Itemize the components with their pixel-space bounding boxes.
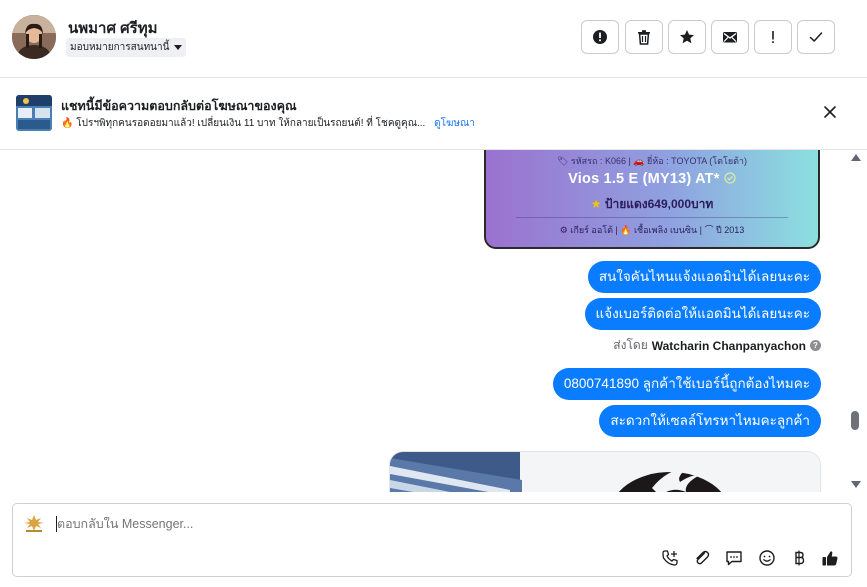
view-ad-link[interactable]: ดูโฆษณา — [434, 118, 475, 129]
emoji-button[interactable] — [756, 547, 778, 569]
image-attachment[interactable] — [389, 451, 821, 492]
ad-card-model: Vios 1.5 E (MY13) AT* — [486, 171, 818, 187]
scroll-up-arrow[interactable] — [851, 154, 861, 161]
ad-card-price: ★ ป้ายแดง649,000บาท — [486, 195, 818, 214]
emoji-icon — [759, 550, 775, 566]
attach-icon — [696, 550, 710, 565]
page-logo — [22, 513, 46, 533]
ad-card-divider — [516, 217, 788, 218]
trash-icon — [638, 30, 650, 45]
payment-button[interactable] — [788, 547, 810, 569]
message-list[interactable]: 🏷 รหัสรถ : K066 | 🚗 ยี่ห้อ : TOYOTA (โตโ… — [0, 150, 867, 492]
attach-button[interactable] — [691, 547, 713, 569]
saved-reply-icon — [726, 551, 742, 566]
check-icon — [809, 32, 823, 42]
ad-reply-banner: แชทนี้มีข้อความตอบกลับต่อโฆษณาของคุณ 🔥 โ… — [0, 78, 867, 150]
like-button[interactable] — [819, 547, 841, 569]
mark-unread-button[interactable] — [711, 20, 749, 54]
star-icon — [680, 30, 694, 44]
message-bubble[interactable]: สนใจคันไหนแจ้งแอดมินได้เลยนะคะ — [587, 261, 821, 293]
contact-name[interactable]: นพมาศ ศรีทุม — [68, 16, 158, 40]
star-button[interactable] — [668, 20, 706, 54]
envelope-icon — [723, 32, 737, 43]
sent-by-label: ส่งโดย Watcharin Chanpanyachon ? — [613, 336, 821, 355]
message-bubble[interactable]: แจ้งเบอร์ติดต่อให้แอดมินได้เลยนะคะ — [584, 298, 821, 330]
reply-composer — [12, 503, 852, 577]
chevron-down-icon — [174, 45, 183, 50]
help-icon[interactable]: ? — [810, 340, 821, 351]
assign-conversation-dropdown[interactable]: มอบหมายการสนทนานี้ — [66, 38, 187, 57]
call-button[interactable] — [659, 547, 681, 569]
mark-spam-button[interactable] — [581, 20, 619, 54]
ad-card-price-text: ป้ายแดง649,000บาท — [604, 197, 714, 211]
delete-button[interactable] — [625, 20, 663, 54]
ad-card-specs: ⚙ เกียร์ ออโต้ | 🔥 เชื้อเพลิง เบนซิน | ⌒… — [559, 225, 745, 235]
phone-add-icon — [662, 550, 678, 566]
baht-icon — [795, 550, 805, 566]
assign-label: มอบหมายการสนทนานี้ — [70, 42, 170, 53]
message-bubble[interactable]: สะดวกให้เซลล์โทรหาไหมคะลูกค้า — [599, 405, 821, 437]
sent-by-name: Watcharin Chanpanyachon — [651, 338, 806, 353]
ad-card-code-brand: 🏷 รหัสรถ : K066 | 🚗 ยี่ห้อ : TOYOTA (โตโ… — [556, 156, 747, 166]
ad-thumbnail[interactable] — [16, 95, 52, 131]
alert-circle-icon — [593, 30, 607, 44]
ad-image-card[interactable]: 🏷 รหัสรถ : K066 | 🚗 ยี่ห้อ : TOYOTA (โตโ… — [484, 150, 820, 249]
close-banner-button[interactable] — [823, 105, 837, 119]
contact-avatar[interactable] — [12, 15, 56, 59]
ad-banner-subtitle: 🔥 โปรฯพิทุกคนรอดอยมาแล้ว! เปลี่ยนเงิน 11… — [61, 116, 475, 131]
messenger-conversation: นพมาศ ศรีทุม มอบหมายการสนทนานี้ แชทนี้มี… — [0, 0, 867, 587]
message-bubble[interactable]: 0800741890 ลูกค้าใช้เบอร์นี้ถูกต้องไหมคะ — [552, 368, 821, 400]
saved-replies-button[interactable] — [723, 547, 745, 569]
mark-done-button[interactable] — [797, 20, 835, 54]
ad-banner-title: แชทนี้มีข้อความตอบกลับต่อโฆษณาของคุณ — [61, 99, 297, 113]
ad-card-model-text: Vios 1.5 E (MY13) AT* — [568, 171, 720, 187]
close-icon — [824, 106, 836, 118]
scroll-down-arrow[interactable] — [851, 481, 861, 488]
ad-banner-text: โปรฯพิทุกคนรอดอยมาแล้ว! เปลี่ยนเงิน 11 บ… — [76, 118, 426, 129]
scrollbar-thumb[interactable] — [851, 411, 859, 430]
sent-by-prefix: ส่งโดย — [613, 338, 648, 352]
verified-check-icon — [724, 172, 736, 184]
reply-input[interactable] — [57, 517, 657, 531]
exclamation-icon — [772, 31, 774, 43]
star-icon: ★ — [590, 197, 602, 211]
conversation-header: นพมาศ ศรีทุม มอบหมายการสนทนานี้ — [0, 0, 867, 78]
thumbs-up-icon — [822, 551, 838, 566]
follow-up-button[interactable] — [754, 20, 792, 54]
fire-icon: 🔥 — [61, 118, 74, 129]
